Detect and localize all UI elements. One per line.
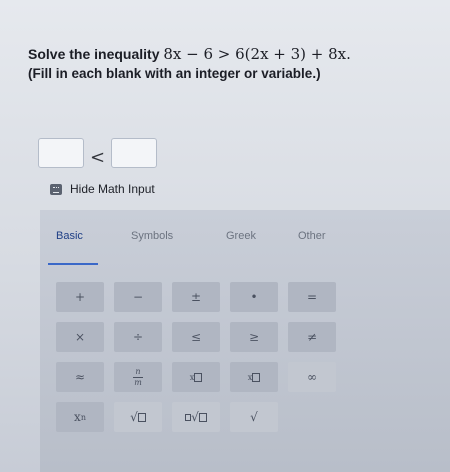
- dot-key[interactable]: •: [230, 282, 278, 312]
- fraction-denominator: m: [134, 377, 142, 387]
- approx-key[interactable]: ≈: [56, 362, 104, 392]
- plus-minus-key[interactable]: ±: [172, 282, 220, 312]
- sqrt-key[interactable]: √: [114, 402, 162, 432]
- power-exponent: n: [80, 412, 86, 422]
- minus-key[interactable]: −: [114, 282, 162, 312]
- fraction-icon: n m: [133, 366, 143, 387]
- sqrt-box-icon: [137, 412, 146, 422]
- subscript-key[interactable]: x: [172, 362, 220, 392]
- hide-math-input-label: Hide Math Input: [70, 182, 155, 196]
- answer-row: <: [38, 137, 158, 168]
- power-key[interactable]: xn: [56, 402, 104, 432]
- tab-greek[interactable]: Greek: [226, 230, 256, 242]
- fraction-key[interactable]: n m: [114, 362, 162, 392]
- plus-key[interactable]: +: [56, 282, 104, 312]
- answer-blank-right[interactable]: [111, 137, 158, 168]
- palette-tabs: Basic Symbols Greek Other: [40, 224, 450, 265]
- superscript-box-icon: [252, 372, 261, 382]
- question-prefix: Solve the inequality: [28, 46, 160, 62]
- subscript-box-icon: [194, 372, 203, 382]
- sqrt-icon: √: [130, 410, 138, 424]
- times-key[interactable]: ×: [56, 322, 104, 352]
- less-than-sign: <: [90, 147, 106, 168]
- divide-key[interactable]: ÷: [114, 322, 162, 352]
- question-instruction: (Fill in each blank with an integer or v…: [28, 66, 321, 81]
- nth-root-key[interactable]: √: [172, 402, 220, 432]
- nth-root-box-icon: [198, 412, 207, 422]
- greater-equal-key[interactable]: ≥: [230, 322, 278, 352]
- inequality-expression: 8x − 6 > 6(2x + 3) + 8x.: [163, 45, 351, 63]
- page: Solve the inequality 8x − 6 > 6(2x + 3) …: [0, 0, 450, 472]
- answer-blank-left[interactable]: [38, 137, 84, 168]
- keyboard-icon: [50, 183, 62, 195]
- superscript-key[interactable]: x: [230, 362, 278, 392]
- power-base: x: [74, 410, 81, 424]
- check-key[interactable]: √: [230, 402, 278, 432]
- hide-math-input-toggle[interactable]: Hide Math Input: [50, 182, 155, 196]
- tab-basic[interactable]: Basic: [56, 230, 83, 242]
- active-tab-indicator: [48, 263, 98, 265]
- not-equal-key[interactable]: ≠: [288, 322, 336, 352]
- less-equal-key[interactable]: ≤: [172, 322, 220, 352]
- fraction-numerator: n: [135, 366, 141, 376]
- tab-other[interactable]: Other: [298, 230, 326, 242]
- question-text: Solve the inequality 8x − 6 > 6(2x + 3) …: [28, 44, 438, 84]
- tab-symbols[interactable]: Symbols: [131, 230, 173, 242]
- infinity-key[interactable]: ∞: [288, 362, 336, 392]
- nth-root-icon: √: [191, 410, 199, 424]
- math-palette: Basic Symbols Greek Other + − ± • = × ÷ …: [40, 210, 450, 472]
- equals-key[interactable]: =: [288, 282, 336, 312]
